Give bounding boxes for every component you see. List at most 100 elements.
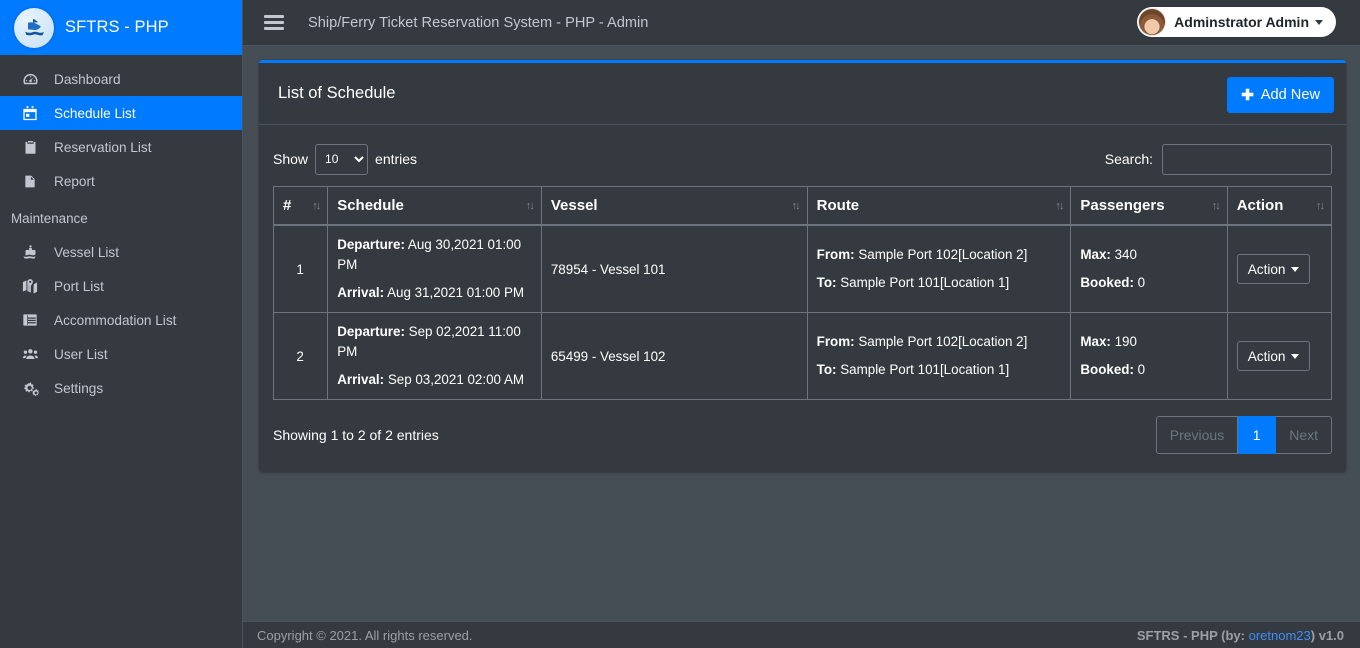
caret-down-icon — [1291, 353, 1300, 359]
sidebar-item-port-list[interactable]: Port List — [0, 269, 242, 303]
sidebar-item-schedule-list[interactable]: Schedule List — [0, 96, 242, 130]
cell-route: From: Sample Port 102[Location 2] To: Sam… — [806, 224, 1072, 313]
user-name-label: Adminstrator Admin — [1174, 14, 1309, 30]
add-new-label: Add New — [1260, 87, 1320, 103]
sidebar-item-report[interactable]: Report — [0, 164, 242, 198]
entries-select[interactable]: 102550100 — [315, 143, 369, 175]
caret-down-icon — [1291, 266, 1300, 272]
sidebar-item-settings[interactable]: Settings — [0, 371, 242, 405]
arrival-label: Arrival: — [337, 372, 385, 387]
sidebar-item-label: Schedule List — [54, 105, 136, 121]
cell-vessel: 78954 - Vessel 101 — [540, 224, 808, 313]
sidebar-item-label: Vessel List — [54, 244, 119, 260]
sidebar-item-accommodation-list[interactable]: Accommodation List — [0, 303, 242, 337]
table-head: # ↑↓ Schedule ↑↓ Vessel ↑↓ Route ↑↓ Pass… — [272, 186, 1333, 226]
pagination-previous[interactable]: Previous — [1155, 416, 1239, 454]
footer-credit-prefix: SFTRS - PHP (by: — [1136, 627, 1245, 643]
sidebar-item-label: Report — [54, 173, 95, 189]
row-action-label: Action — [1247, 261, 1286, 277]
table-row: 1 Departure: Aug 30,2021 01:00 PM Arrival:… — [272, 224, 1333, 313]
page-title: Ship/Ferry Ticket Reservation System - P… — [308, 14, 649, 31]
booked-value: 0 — [1137, 275, 1146, 290]
cell-action: Action — [1226, 312, 1333, 400]
to-label: To: — [816, 275, 837, 290]
row-action-dropdown[interactable]: Action — [1236, 254, 1311, 284]
entries-info: Showing 1 to 2 of 2 entries — [273, 427, 439, 443]
calendar-icon — [19, 105, 41, 122]
sidebar-item-dashboard[interactable]: Dashboard — [0, 62, 242, 96]
cell-schedule: Departure: Aug 30,2021 01:00 PM Arrival: … — [327, 224, 542, 313]
sidebar-item-label: Reservation List — [54, 139, 152, 155]
cell-schedule: Departure: Sep 02,2021 11:00 PM Arrival: … — [327, 312, 542, 400]
sort-updown-icon: ↑↓ — [312, 199, 321, 212]
max-value: 190 — [1114, 334, 1137, 349]
sidebar-item-vessel-list[interactable]: Vessel List — [0, 235, 242, 269]
sidebar-section-maintenance: Maintenance — [11, 211, 88, 226]
column-label: Action — [1236, 197, 1284, 214]
pagination-page-1[interactable]: 1 — [1238, 416, 1277, 454]
sort-updown-icon: ↑↓ — [1316, 199, 1325, 212]
content-area: List of Schedule ✚ Add New Show 10255010… — [243, 46, 1360, 621]
cell-index: 1 — [272, 224, 329, 313]
column-label: Passengers — [1080, 197, 1165, 214]
schedule-table: # ↑↓ Schedule ↑↓ Vessel ↑↓ Route ↑↓ Pass… — [272, 186, 1333, 400]
booked-value: 0 — [1137, 362, 1146, 377]
schedule-card: List of Schedule ✚ Add New Show 10255010… — [259, 60, 1346, 472]
sidebar-brand[interactable]: SFTRS - PHP — [0, 0, 242, 55]
to-label: To: — [816, 362, 837, 377]
arrival-label: Arrival: — [337, 285, 385, 300]
sort-updown-icon: ↑↓ — [1055, 199, 1064, 212]
to-value: Sample Port 101[Location 1] — [840, 275, 1010, 290]
page-footer: Copyright © 2021. All rights reserved. S… — [243, 621, 1360, 648]
caret-down-icon — [1315, 19, 1323, 25]
table-body: 1 Departure: Aug 30,2021 01:00 PM Arrival:… — [272, 224, 1333, 400]
pagination: Previous 1 Next — [1155, 416, 1332, 454]
map-marked-icon — [19, 278, 41, 295]
column-header-schedule[interactable]: Schedule ↑↓ — [327, 186, 542, 226]
sidebar-item-user-list[interactable]: User List — [0, 337, 242, 371]
cell-passengers: Max: 340 Booked: 0 — [1070, 224, 1228, 313]
cell-index: 2 — [272, 312, 329, 400]
cell-action: Action — [1226, 224, 1333, 313]
row-action-dropdown[interactable]: Action — [1236, 341, 1311, 371]
table-columns-icon — [19, 312, 41, 328]
from-label: From: — [816, 334, 855, 349]
booked-label: Booked: — [1080, 362, 1134, 377]
column-label: # — [283, 197, 292, 214]
card-body: Show 102550100 entries Search: # ↑↓ — [259, 125, 1346, 472]
search-input[interactable] — [1162, 143, 1332, 175]
tachometer-icon — [19, 71, 41, 88]
datatable-footer: Showing 1 to 2 of 2 entries Previous 1 N… — [273, 416, 1332, 454]
arrival-value: Aug 31,2021 01:00 PM — [387, 285, 525, 300]
arrival-value: Sep 03,2021 02:00 AM — [387, 372, 525, 387]
from-value: Sample Port 102[Location 2] — [858, 334, 1028, 349]
sidebar-item-label: User List — [54, 346, 108, 362]
max-label: Max: — [1080, 247, 1111, 262]
plus-icon: ✚ — [1241, 86, 1254, 104]
sidebar-nav: Dashboard Schedule List Reservation List — [0, 55, 242, 405]
column-header-index[interactable]: # ↑↓ — [272, 186, 329, 226]
max-label: Max: — [1080, 334, 1111, 349]
add-new-button[interactable]: ✚ Add New — [1227, 77, 1334, 113]
card-title: List of Schedule — [278, 84, 396, 102]
from-value: Sample Port 102[Location 2] — [858, 247, 1028, 262]
pagination-next[interactable]: Next — [1276, 416, 1332, 454]
to-value: Sample Port 101[Location 1] — [840, 362, 1010, 377]
column-label: Route — [816, 197, 860, 214]
column-header-route[interactable]: Route ↑↓ — [806, 186, 1072, 226]
column-header-vessel[interactable]: Vessel ↑↓ — [540, 186, 808, 226]
booked-label: Booked: — [1080, 275, 1134, 290]
ship-logo-icon — [14, 7, 54, 48]
cell-vessel: 65499 - Vessel 102 — [540, 312, 808, 400]
sidebar-item-label: Settings — [54, 380, 104, 396]
show-label: Show — [273, 151, 309, 167]
sidebar-item-reservation-list[interactable]: Reservation List — [0, 130, 242, 164]
departure-label: Departure: — [337, 324, 405, 339]
sidebar-item-label: Port List — [54, 278, 104, 294]
user-menu-dropdown[interactable]: Adminstrator Admin — [1137, 7, 1336, 37]
footer-author-link[interactable]: oretnom23 — [1249, 628, 1311, 643]
column-header-passengers[interactable]: Passengers ↑↓ — [1070, 186, 1228, 226]
datatable-controls: Show 102550100 entries Search: — [273, 139, 1332, 179]
hamburger-icon[interactable] — [264, 15, 284, 30]
column-header-action[interactable]: Action ↑↓ — [1226, 186, 1333, 226]
